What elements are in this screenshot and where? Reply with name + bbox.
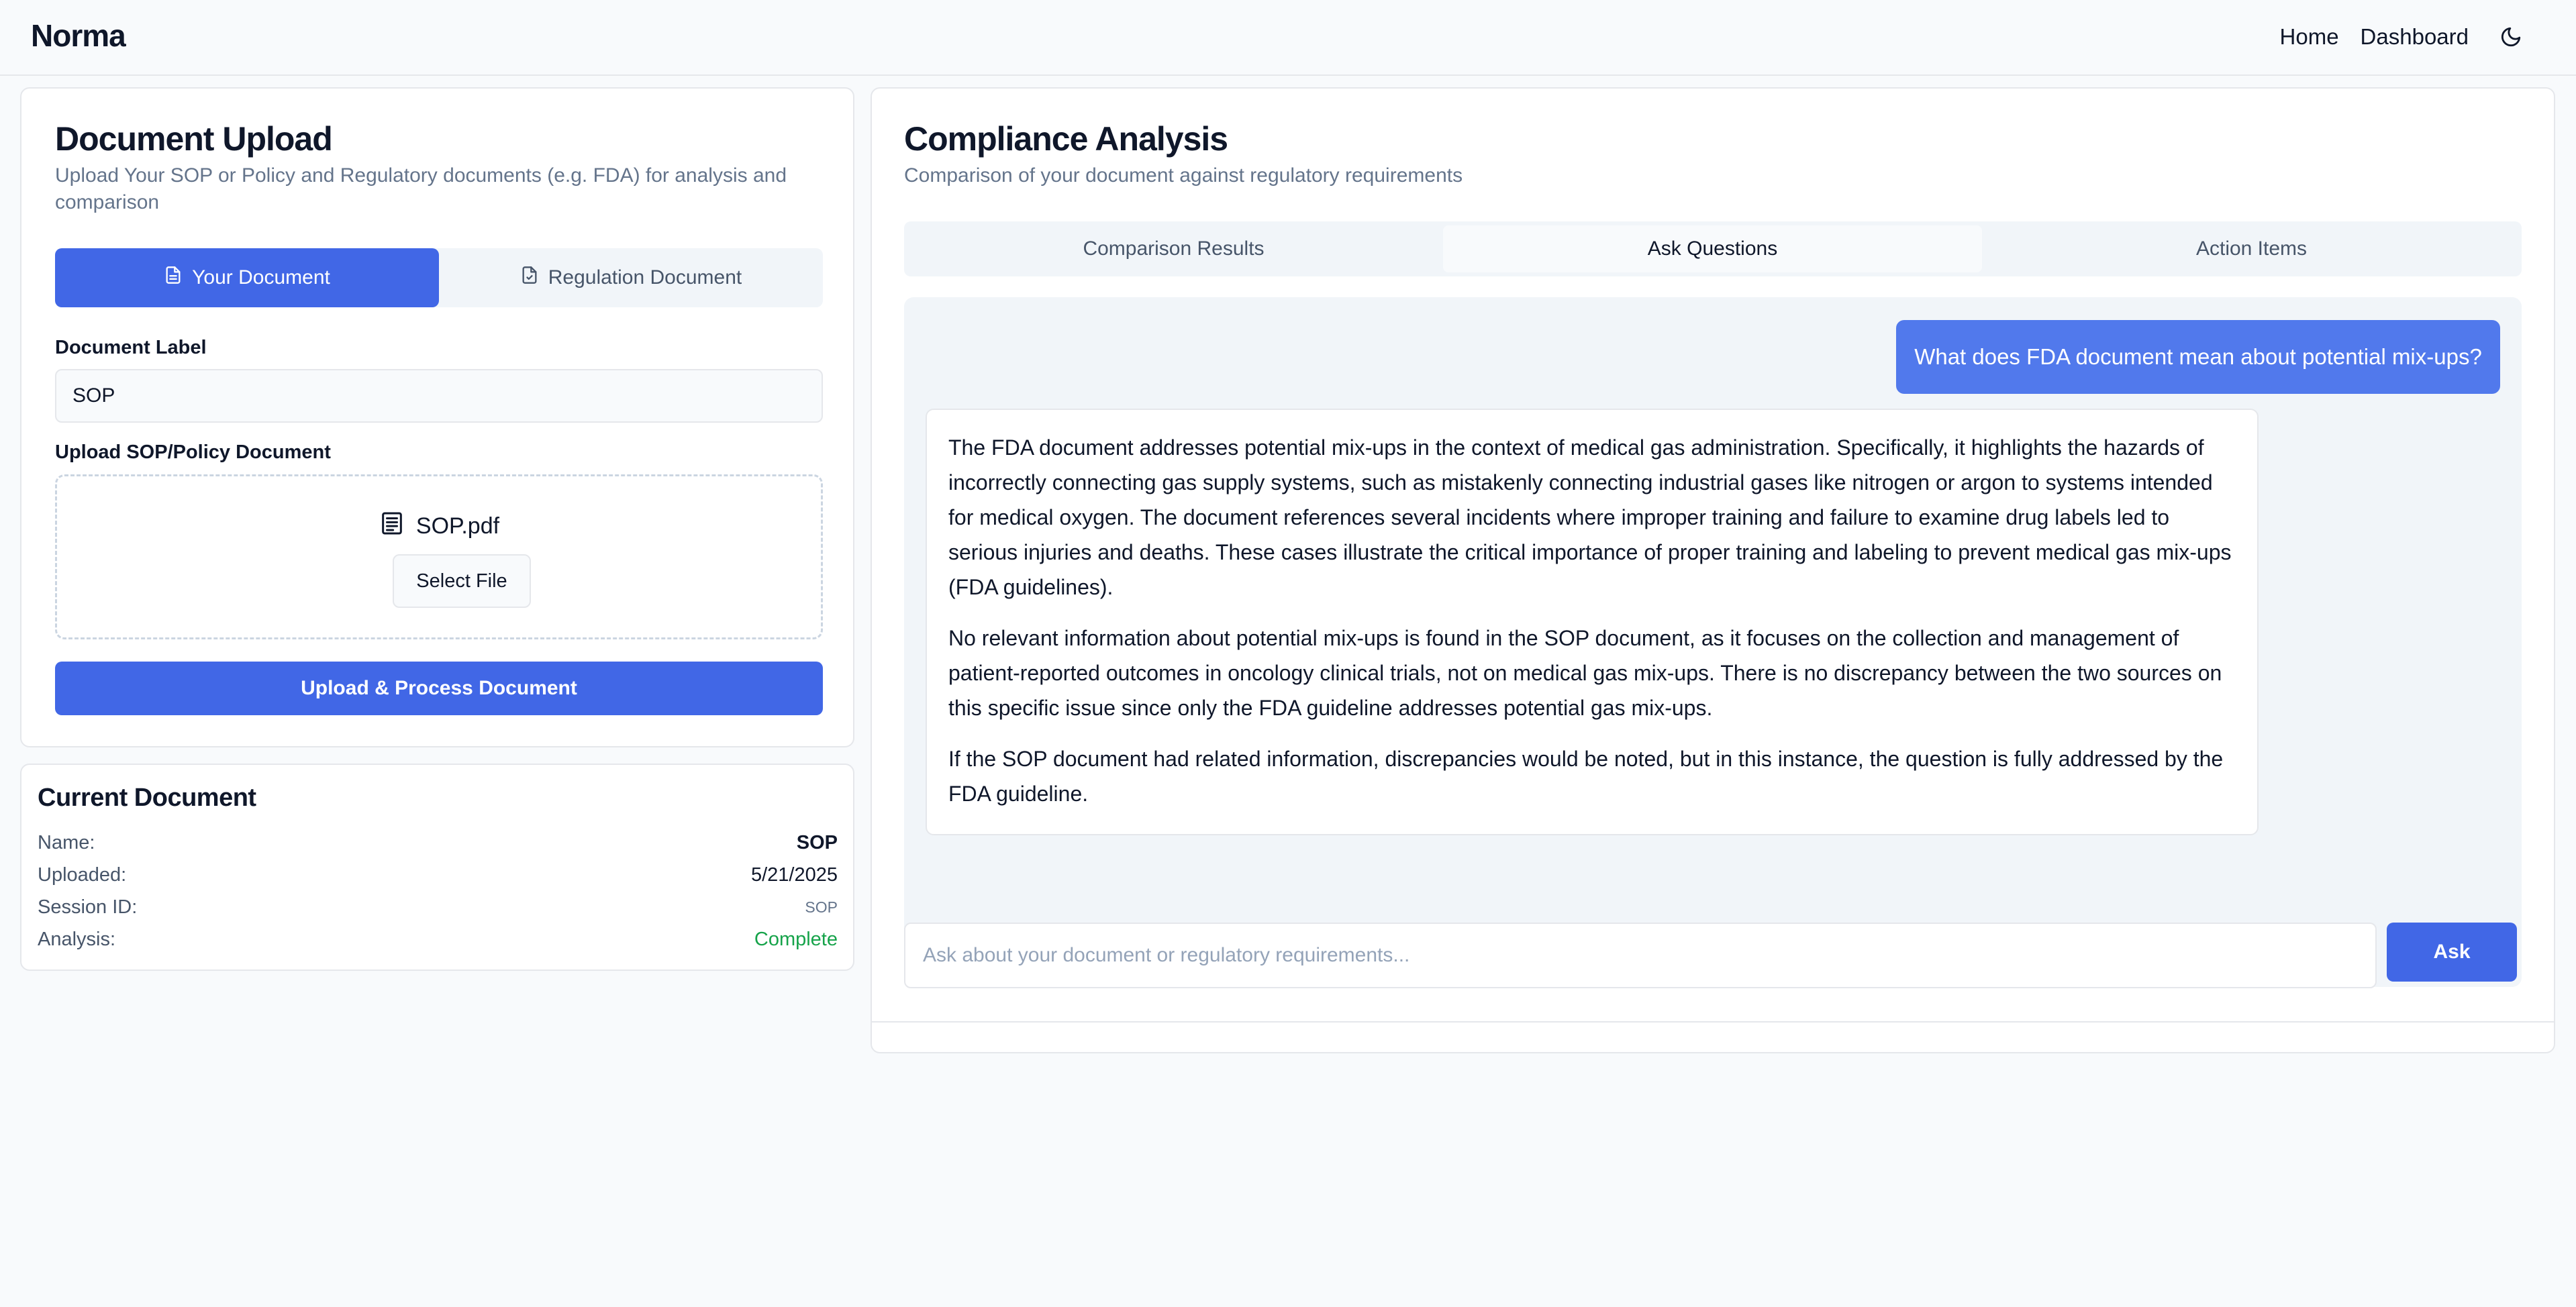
assistant-paragraph: The FDA document addresses potential mix… <box>948 435 2232 599</box>
info-label: Name: <box>38 832 95 853</box>
current-document-title: Current Document <box>38 784 256 812</box>
card-divider <box>872 1021 2554 1023</box>
moon-icon[interactable] <box>2499 25 2522 48</box>
assistant-message: The FDA document addresses potential mix… <box>926 409 2259 835</box>
document-upload-card: Document Upload Upload Your SOP or Polic… <box>20 87 854 747</box>
selected-file-name: SOP.pdf <box>415 513 500 539</box>
tab-your-document[interactable]: Your Document <box>55 248 439 307</box>
info-row-analysis: Analysis: Complete <box>38 929 838 951</box>
upload-process-button[interactable]: Upload & Process Document <box>55 662 823 715</box>
main-nav: Home Dashboard <box>2280 24 2469 50</box>
tab-action-items[interactable]: Action Items <box>1982 221 2521 276</box>
upload-title: Document Upload <box>55 120 333 158</box>
info-label: Session ID: <box>38 896 138 918</box>
info-value: SOP <box>796 832 838 853</box>
top-header: Norma Home Dashboard <box>0 0 2576 76</box>
current-document-card: Current Document Name: SOP Uploaded: 5/2… <box>20 764 854 971</box>
assistant-paragraph: If the SOP document had related informat… <box>948 747 2224 806</box>
info-row-name: Name: SOP <box>38 832 838 854</box>
info-label: Uploaded: <box>38 864 127 886</box>
compliance-analysis-card: Compliance Analysis Comparison of your d… <box>871 87 2555 1053</box>
document-type-tabs: Your Document Regulation Document <box>55 248 823 307</box>
file-check-icon <box>520 266 539 290</box>
tab-comparison-results[interactable]: Comparison Results <box>904 221 1443 276</box>
ask-question-input[interactable] <box>904 923 2377 988</box>
brand-logo[interactable]: Norma <box>31 17 126 54</box>
info-row-session-id: Session ID: SOP <box>38 896 838 919</box>
info-label: Analysis: <box>38 929 116 950</box>
ask-button[interactable]: Ask <box>2387 923 2517 982</box>
app-root: Norma Home Dashboard Document Upload Upl… <box>0 0 2576 1307</box>
nav-home-link[interactable]: Home <box>2280 24 2339 50</box>
upload-document-label: Upload SOP/Policy Document <box>55 441 331 463</box>
document-icon <box>379 510 405 543</box>
chat-area[interactable]: What does FDA document mean about potent… <box>904 297 2522 987</box>
analysis-title: Compliance Analysis <box>904 120 1228 158</box>
file-text-icon <box>164 266 183 290</box>
info-row-uploaded: Uploaded: 5/21/2025 <box>38 864 838 886</box>
tab-regulation-document-label: Regulation Document <box>548 266 742 289</box>
select-file-button[interactable]: Select File <box>393 554 531 608</box>
analysis-subtitle: Comparison of your document against regu… <box>904 164 1463 187</box>
info-value: 5/21/2025 <box>750 864 838 886</box>
document-label-label: Document Label <box>55 337 207 358</box>
tab-regulation-document[interactable]: Regulation Document <box>439 248 823 307</box>
info-value: SOP <box>805 898 838 916</box>
analysis-tabs: Comparison Results Ask Questions Action … <box>904 221 2522 276</box>
upload-subtitle: Upload Your SOP or Policy and Regulatory… <box>55 164 787 213</box>
tab-your-document-label: Your Document <box>192 266 330 289</box>
status-badge: Complete <box>754 929 838 950</box>
file-dropzone[interactable]: SOP.pdf Select File <box>55 474 823 639</box>
document-label-input[interactable] <box>55 369 823 423</box>
user-message: What does FDA document mean about potent… <box>1896 320 2500 394</box>
nav-dashboard-link[interactable]: Dashboard <box>2361 24 2469 50</box>
selected-file: SOP.pdf <box>57 510 821 543</box>
tab-ask-questions[interactable]: Ask Questions <box>1443 225 1982 272</box>
assistant-paragraph: No relevant information about potential … <box>948 626 2222 720</box>
